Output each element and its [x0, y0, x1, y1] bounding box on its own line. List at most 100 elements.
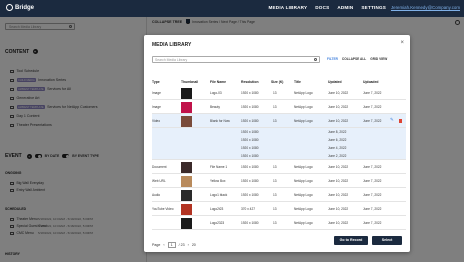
cell-uploaded: June 7, 2022: [363, 165, 382, 169]
table-row[interactable]: YouTube Video Logo2t23 370 x 427 13 NetA…: [152, 202, 406, 216]
cell-res: 1920 x 1080: [241, 221, 259, 225]
cell-file: Blank for Now: [210, 119, 230, 123]
col-file-name[interactable]: File Name: [210, 80, 226, 84]
cell-updated: June 6, 2022: [328, 138, 347, 142]
cell-res: 1920 x 1080: [241, 165, 259, 169]
thumbnail-image: [181, 161, 192, 173]
col-uploaded[interactable]: Uploaded: [363, 80, 378, 84]
table-row[interactable]: Image Logo-03 1920 x 1080 13 NetApp Logo…: [152, 86, 406, 100]
cell-file: Logo1 black: [210, 193, 228, 197]
go-to-record-button[interactable]: Go to Record: [334, 236, 368, 245]
cell-updated: June 10, 2022: [328, 91, 349, 95]
cell-updated: June 10, 2022: [328, 105, 349, 109]
cell-type: Web URL: [152, 179, 166, 183]
version-row[interactable]: 1920 x 1080 June 8, 2022: [152, 128, 406, 136]
collapse-all-button[interactable]: COLLAPSE ALL: [342, 57, 366, 61]
cell-type: Image: [152, 105, 161, 109]
page-size[interactable]: 20: [192, 243, 196, 247]
edit-icon[interactable]: ✎: [390, 117, 394, 123]
cell-updated: June 10, 2022: [328, 221, 349, 225]
filter-button[interactable]: FILTER: [327, 57, 338, 61]
cell-title: NetApp Logo: [294, 91, 313, 95]
close-icon[interactable]: ×: [400, 40, 404, 46]
cell-updated: June 10, 2022: [328, 165, 349, 169]
grid-view-button[interactable]: GRID VIEW: [370, 57, 387, 61]
media-library-modal: MEDIA LIBRARY × Search Media Library FIL…: [144, 35, 410, 252]
cell-uploaded: June 7, 2022: [363, 91, 382, 95]
cell-uploaded: June 7, 2022: [363, 207, 382, 211]
chevron-right-icon[interactable]: ›: [188, 243, 189, 247]
cell-updated: June 2, 2022: [328, 154, 347, 158]
cell-file: File Name 1: [210, 165, 228, 169]
cell-file: Logo2t23: [210, 207, 224, 211]
thumbnail-image: [181, 217, 192, 229]
cell-type: Video: [152, 119, 161, 123]
nav-docs[interactable]: DOCS: [315, 5, 329, 10]
table-row[interactable]: Image Beauty 1920 x 1080 13 NetApp Logo …: [152, 100, 406, 114]
cell-title: NetApp Logo: [294, 165, 313, 169]
thumbnail-image: [181, 189, 192, 201]
chevron-left-icon[interactable]: ‹: [163, 243, 164, 247]
cell-updated: June 8, 2022: [328, 130, 347, 134]
nav-admin[interactable]: ADMIN: [337, 5, 353, 10]
cell-title: NetApp Logo: [294, 193, 313, 197]
cell-size: 13: [273, 221, 277, 225]
thumbnail-image: [181, 175, 192, 187]
modal-search-input[interactable]: Search Media Library: [152, 56, 320, 63]
cell-file: Beauty: [210, 105, 220, 109]
modal-search-placeholder: Search Media Library: [155, 58, 188, 63]
col-updated[interactable]: Updated: [328, 80, 342, 84]
nav-media-library[interactable]: MEDIA LIBRARY: [269, 5, 308, 10]
app-logo-text: Bridge: [15, 4, 35, 11]
thumbnail-image: [181, 115, 192, 127]
cell-type: Audio: [152, 193, 161, 197]
cell-size: 13: [273, 105, 277, 109]
page-number-input[interactable]: 1: [167, 242, 176, 248]
cell-size: 13: [273, 119, 277, 123]
cell-res: 1920 x 1080: [241, 193, 259, 197]
col-thumbnail[interactable]: Thumbnail: [181, 80, 198, 84]
thumbnail-image: [181, 101, 192, 113]
page-total: / 23: [178, 243, 185, 247]
pager-label: Page: [152, 243, 161, 247]
cell-file: Logo-03: [210, 91, 222, 95]
cell-updated: June 10, 2022: [328, 179, 349, 183]
cell-title: NetApp Logo: [294, 207, 313, 211]
thumbnail-image: [181, 203, 192, 215]
top-bar: Bridge MEDIA LIBRARY DOCS ADMIN SETTINGS…: [0, 0, 464, 17]
main-nav: MEDIA LIBRARY DOCS ADMIN SETTINGS: [269, 5, 386, 10]
version-row[interactable]: 1920 x 1080 June 6, 2022: [152, 136, 406, 144]
trash-icon[interactable]: [399, 119, 403, 123]
cell-updated: June 10, 2022: [328, 207, 349, 211]
modal-title: MEDIA LIBRARY: [152, 42, 192, 48]
col-title[interactable]: Title: [294, 80, 301, 84]
cell-type: Document: [152, 165, 167, 169]
cell-size: 13: [273, 193, 277, 197]
cell-res: 1920 x 1080: [241, 119, 259, 123]
search-icon: [314, 58, 317, 62]
col-resolution[interactable]: Resolution: [241, 80, 259, 84]
table-row-selected[interactable]: Video Blank for Now 1920 x 1080 13 NetAp…: [152, 114, 406, 128]
cell-title: NetApp Logo: [294, 105, 313, 109]
table-row[interactable]: Logo2323 1920 x 1080 13 NetApp Logo June…: [152, 216, 406, 230]
pagination: Page ‹ 1 / 23 › 20: [152, 242, 196, 248]
cell-updated: June 10, 2022: [328, 119, 349, 123]
cell-type: YouTube Video: [152, 207, 174, 211]
col-size[interactable]: Size (K): [271, 80, 283, 84]
col-type[interactable]: Type: [152, 80, 160, 84]
table-row[interactable]: Document File Name 1 1920 x 1080 13 NetA…: [152, 160, 406, 174]
user-email-link[interactable]: Jeremiah.Kennedy@Company.com: [391, 5, 460, 10]
select-button[interactable]: Select: [372, 236, 402, 245]
cell-res: 1920 x 1080: [241, 105, 259, 109]
cell-size: 13: [273, 207, 277, 211]
table-row[interactable]: Audio Logo1 black 1920 x 1080 13 NetApp …: [152, 188, 406, 202]
version-row[interactable]: 1920 x 1080 June 4, 2022: [152, 144, 406, 152]
bridge-logo-icon: [6, 4, 13, 11]
table-row[interactable]: Web URL Yellow Box 1920 x 1080 13 NetApp…: [152, 174, 406, 188]
nav-settings[interactable]: SETTINGS: [361, 5, 386, 10]
cell-uploaded: June 7, 2022: [363, 221, 382, 225]
cell-size: 13: [273, 179, 277, 183]
app-logo[interactable]: Bridge: [6, 4, 34, 11]
version-row[interactable]: 1920 x 1080 June 2, 2022: [152, 152, 406, 160]
cell-file: Logo2323: [210, 221, 225, 225]
